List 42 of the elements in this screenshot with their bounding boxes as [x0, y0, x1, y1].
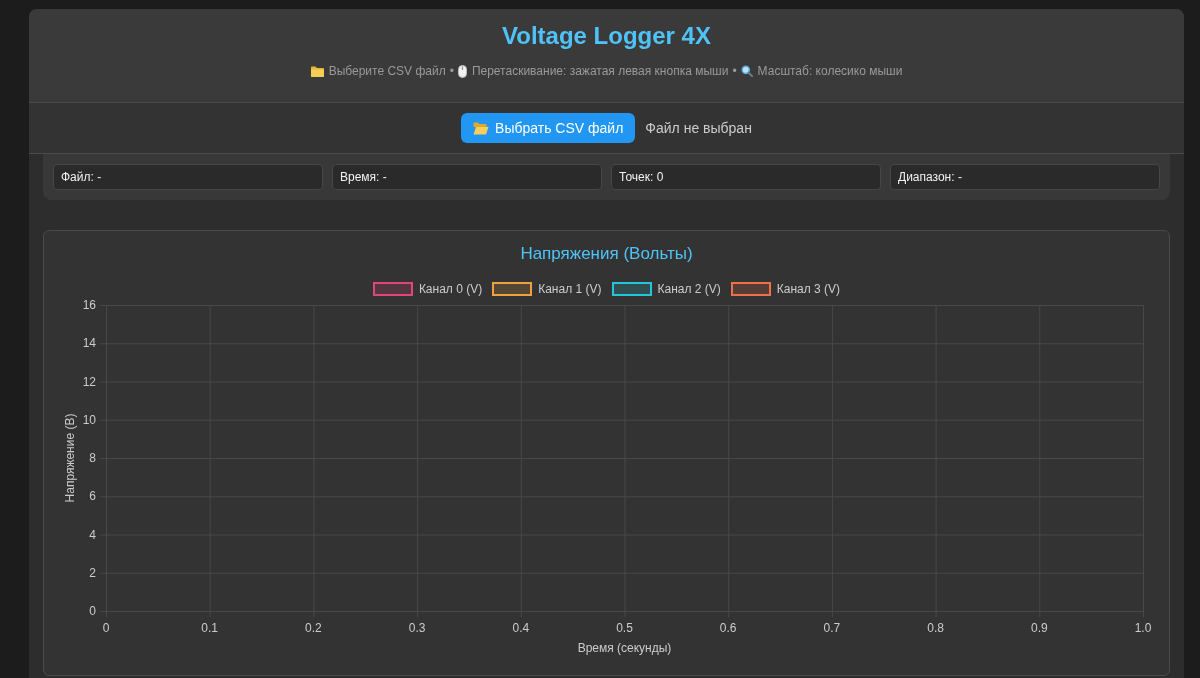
tick-label: 16 — [82, 298, 96, 312]
tick-label: 0 — [102, 621, 110, 635]
info-field: Время: - — [332, 164, 602, 190]
tick-label: 10 — [82, 412, 96, 427]
file-status-text: Файл не выбран — [645, 118, 752, 138]
tick-label: 0.1 — [201, 621, 219, 635]
tick-label: 0.3 — [408, 621, 426, 635]
info-field: Файл: - — [53, 164, 323, 190]
hint-text: Перетаскивание: зажатая левая кнопка мыши — [471, 63, 729, 79]
tick-label: 8 — [89, 451, 96, 465]
tick-label: 0.5 — [616, 621, 633, 635]
bullet-separator: • — [732, 63, 737, 79]
tick-label: 0.8 — [927, 621, 944, 635]
tick-label: 0 — [89, 604, 96, 618]
tick-label: 1.0 — [1134, 621, 1152, 635]
axis-title: Время (секунды) — [577, 641, 672, 655]
bullet-separator: • — [449, 63, 454, 79]
tick-label: 12 — [82, 374, 96, 389]
chart-title: Напряжения (Вольты) — [520, 243, 693, 265]
tick-label: 0.4 — [512, 621, 530, 635]
app-title: Voltage Logger 4X — [502, 21, 711, 51]
legend-label[interactable]: Канал 0 (V) — [418, 282, 483, 296]
folder-icon — [473, 121, 490, 135]
folder-icon — [310, 65, 324, 77]
tick-label: 0.2 — [305, 621, 322, 635]
info-field: Диапазон: - — [890, 164, 1160, 190]
mouse-icon — [457, 64, 467, 78]
tick-label: 0.9 — [1030, 621, 1048, 635]
hint-text: Выберите CSV файл — [328, 63, 446, 79]
axis-title: Напряжение (В) — [63, 413, 77, 503]
tick-label: 14 — [82, 336, 96, 351]
tick-label: 0.7 — [823, 621, 841, 635]
legend-label[interactable]: Канал 1 (V) — [538, 282, 602, 296]
tick-label: 2 — [89, 565, 96, 580]
legend-label[interactable]: Канал 2 (V) — [657, 282, 721, 296]
search-icon — [740, 65, 753, 77]
tick-label: 0.6 — [719, 621, 737, 635]
hint-text: Масштаб: колесико мыши — [757, 63, 903, 79]
info-field: Точек: 0 — [611, 164, 881, 190]
tick-label: 4 — [89, 527, 96, 542]
tick-label: 6 — [89, 489, 96, 504]
legend-label[interactable]: Канал 3 (V) — [776, 282, 841, 296]
